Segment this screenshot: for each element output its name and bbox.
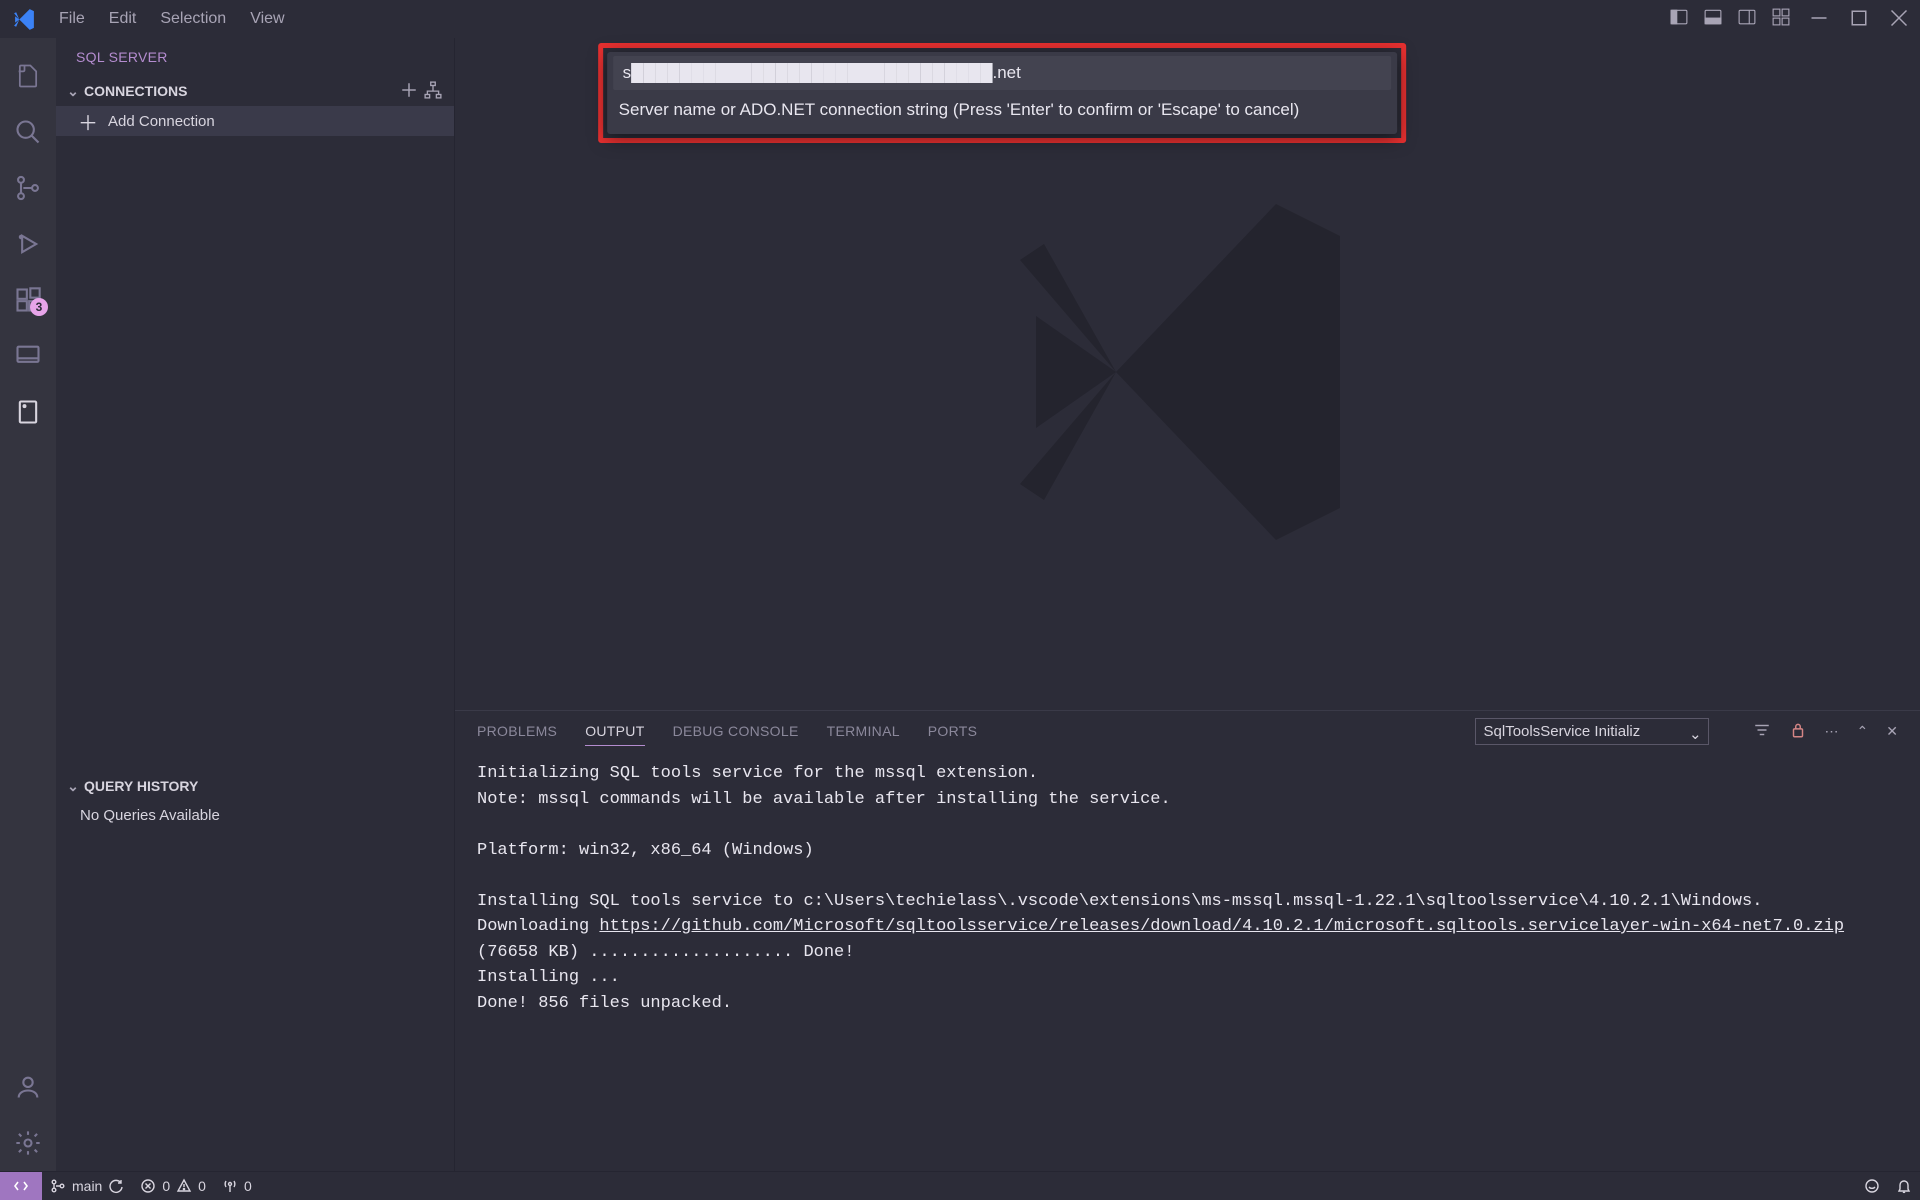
panel-tabs: PROBLEMS OUTPUT DEBUG CONSOLE TERMINAL P…: [455, 711, 1920, 751]
download-link[interactable]: https://github.com/Microsoft/sqltoolsser…: [599, 917, 1844, 936]
sidebar: SQL SERVER ⌄ CONNECTIONS ＋ Add Connectio…: [56, 38, 455, 1171]
add-connection-label: Add Connection: [108, 113, 215, 130]
connections-label: CONNECTIONS: [84, 83, 400, 99]
query-history-empty: No Queries Available: [56, 801, 454, 830]
search-icon[interactable]: [0, 104, 56, 160]
settings-gear-icon[interactable]: [0, 1115, 56, 1171]
menu-selection[interactable]: Selection: [148, 6, 238, 32]
explorer-icon[interactable]: [0, 48, 56, 104]
chevron-down-icon: ⌄: [1689, 725, 1702, 743]
minimize-icon[interactable]: [1810, 9, 1828, 30]
menu-edit[interactable]: Edit: [97, 6, 149, 32]
toggle-secondary-side-icon[interactable]: [1738, 8, 1756, 30]
toggle-panel-icon[interactable]: [1704, 8, 1722, 30]
quick-input-hint: Server name or ADO.NET connection string…: [613, 90, 1391, 120]
tab-debug-console[interactable]: DEBUG CONSOLE: [673, 717, 799, 745]
output-channel-select[interactable]: SqlToolsService Initializ ⌄: [1475, 718, 1709, 745]
query-history-header[interactable]: ⌄ QUERY HISTORY: [56, 771, 454, 801]
run-debug-icon[interactable]: [0, 216, 56, 272]
chevron-down-icon: ⌄: [62, 83, 84, 100]
error-icon: [140, 1178, 156, 1194]
extensions-badge: 3: [30, 298, 48, 316]
maximize-icon[interactable]: [1850, 9, 1868, 30]
layout-controls: [1670, 8, 1790, 30]
connections-section-header[interactable]: ⌄ CONNECTIONS: [56, 76, 454, 106]
remote-explorer-icon[interactable]: [0, 328, 56, 384]
add-connection-icon[interactable]: [400, 81, 418, 102]
chevron-up-icon[interactable]: ⌃: [1857, 723, 1869, 740]
output-view[interactable]: Initializing SQL tools service for the m…: [455, 751, 1920, 1171]
panel: PROBLEMS OUTPUT DEBUG CONSOLE TERMINAL P…: [455, 710, 1920, 1171]
branch-status[interactable]: main: [42, 1178, 132, 1194]
ports-status[interactable]: 0: [214, 1178, 260, 1194]
sidebar-title: SQL SERVER: [56, 38, 454, 76]
status-bar: main 0 0 0: [0, 1171, 1920, 1200]
more-icon[interactable]: ⋯: [1825, 723, 1839, 740]
accounts-icon[interactable]: [0, 1059, 56, 1115]
connections-tree-icon[interactable]: [424, 81, 442, 102]
app-root: File Edit Selection View 3: [0, 0, 1920, 1200]
close-icon[interactable]: [1890, 9, 1908, 30]
close-panel-icon[interactable]: ✕: [1886, 723, 1898, 740]
menu-file[interactable]: File: [47, 6, 97, 32]
activity-bar: 3: [0, 38, 56, 1171]
source-control-icon[interactable]: [0, 160, 56, 216]
customize-layout-icon[interactable]: [1772, 8, 1790, 30]
add-connection-item[interactable]: ＋ Add Connection: [56, 106, 454, 136]
tab-problems[interactable]: PROBLEMS: [477, 717, 557, 745]
tab-terminal[interactable]: TERMINAL: [827, 717, 900, 745]
extensions-icon[interactable]: 3: [0, 272, 56, 328]
panel-actions: ⋯ ⌃ ✕: [1753, 721, 1898, 742]
filter-icon[interactable]: [1753, 721, 1771, 742]
menu-view[interactable]: View: [238, 6, 296, 32]
query-history-label: QUERY HISTORY: [84, 778, 448, 794]
feedback-icon[interactable]: [1856, 1178, 1888, 1194]
tab-output[interactable]: OUTPUT: [585, 717, 644, 746]
editor-area: Server name or ADO.NET connection string…: [455, 38, 1920, 1171]
sync-icon[interactable]: [108, 1178, 124, 1194]
title-bar: File Edit Selection View: [0, 0, 1920, 38]
problems-status[interactable]: 0 0: [132, 1178, 214, 1194]
connection-string-input[interactable]: [613, 56, 1391, 90]
quick-input-widget: Server name or ADO.NET connection string…: [607, 52, 1397, 134]
warning-icon: [176, 1178, 192, 1194]
sql-server-icon[interactable]: [0, 384, 56, 440]
chevron-down-icon: ⌄: [62, 778, 84, 795]
vscode-watermark-icon: [988, 172, 1388, 576]
tab-ports[interactable]: PORTS: [928, 717, 977, 745]
vscode-logo-icon: [12, 7, 37, 32]
quick-input-highlight: Server name or ADO.NET connection string…: [598, 43, 1406, 143]
remote-indicator[interactable]: [0, 1172, 42, 1200]
notifications-icon[interactable]: [1888, 1178, 1920, 1194]
menu-bar: File Edit Selection View: [47, 6, 297, 32]
window-controls: [1810, 9, 1908, 30]
radio-tower-icon: [222, 1178, 238, 1194]
plus-icon: ＋: [78, 107, 98, 136]
toggle-primary-side-icon[interactable]: [1670, 8, 1688, 30]
lock-icon[interactable]: [1789, 721, 1807, 742]
branch-name: main: [72, 1178, 102, 1194]
